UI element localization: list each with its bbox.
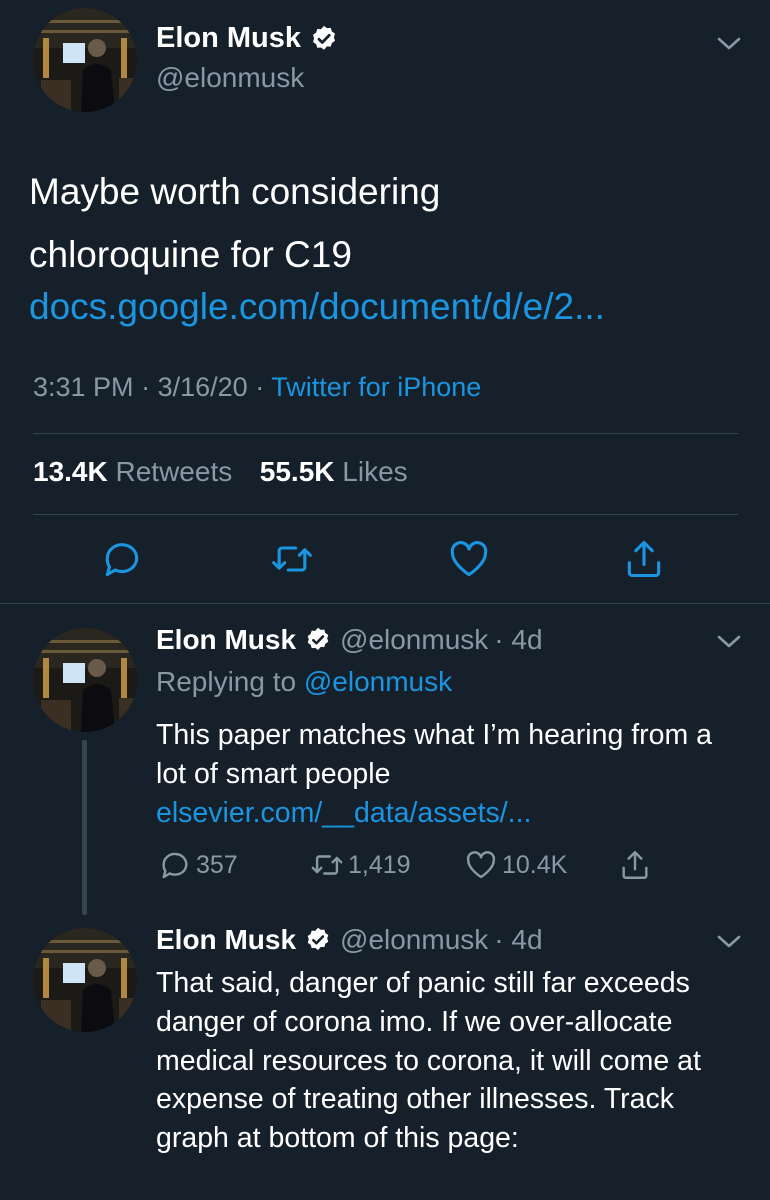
likes-stat[interactable]: 55.5K Likes bbox=[260, 456, 408, 487]
reply-header: Elon Musk @elonmusk · 4d bbox=[156, 624, 543, 656]
likes-count: 55.5K bbox=[259, 456, 335, 487]
verified-badge-icon bbox=[307, 927, 329, 951]
meta-separator: · bbox=[255, 372, 265, 402]
retweet-icon bbox=[311, 855, 343, 875]
heart-icon bbox=[466, 851, 496, 879]
author-handle[interactable]: @elonmusk bbox=[340, 624, 488, 656]
divider bbox=[33, 514, 738, 515]
reply-header: Elon Musk @elonmusk · 4d bbox=[156, 924, 543, 956]
tweet-time: 3:31 PM bbox=[33, 372, 134, 402]
retweet-button[interactable]: 1,419 bbox=[310, 848, 411, 882]
tweet-age: · 4d bbox=[494, 624, 543, 655]
tweet-thread-page: Elon Musk @elonmusk Maybe worth consider… bbox=[0, 0, 770, 1200]
replying-to-handle[interactable]: @elonmusk bbox=[304, 666, 452, 697]
divider bbox=[33, 433, 738, 434]
engagement-counts: 13.4K Retweets 55.5K Likes bbox=[33, 456, 408, 488]
replying-to: Replying to @elonmusk bbox=[156, 666, 452, 698]
reply-text: This paper matches what I’m hearing from… bbox=[156, 716, 746, 832]
verified-badge-icon bbox=[313, 25, 336, 50]
tweet-age: · 4d bbox=[494, 924, 543, 955]
retweets-count: 13.4K bbox=[33, 456, 108, 487]
reply-count: 357 bbox=[196, 850, 238, 879]
reply-icon[interactable] bbox=[100, 537, 144, 581]
tweet-text: Maybe worth considering chloroquine for … bbox=[29, 160, 749, 286]
chevron-down-icon[interactable] bbox=[716, 36, 742, 52]
retweet-icon[interactable] bbox=[270, 537, 314, 581]
heart-icon[interactable] bbox=[447, 537, 491, 581]
like-count: 10.4K bbox=[502, 850, 568, 879]
thread-connector-line bbox=[82, 740, 87, 915]
divider bbox=[0, 603, 770, 604]
replying-label: Replying to bbox=[156, 666, 297, 697]
chevron-down-icon[interactable] bbox=[716, 934, 742, 950]
author-name[interactable]: Elon Musk bbox=[156, 22, 301, 55]
retweets-label: Retweets bbox=[115, 456, 233, 487]
avatar[interactable] bbox=[33, 628, 137, 732]
reply-text: That said, danger of panic still far exc… bbox=[156, 967, 701, 1155]
author-handle[interactable]: @elonmusk bbox=[340, 924, 488, 956]
chevron-down-icon[interactable] bbox=[716, 634, 742, 650]
author-handle[interactable]: @elonmusk bbox=[156, 62, 304, 94]
tweet-text-line: Maybe worth considering bbox=[29, 171, 441, 212]
retweet-count: 1,419 bbox=[348, 850, 411, 879]
likes-label: Likes bbox=[342, 456, 408, 487]
author-name[interactable]: Elon Musk bbox=[156, 624, 296, 656]
tweet-metadata: 3:31 PM · 3/16/20 · Twitter for iPhone bbox=[33, 372, 481, 403]
reply-button[interactable]: 357 bbox=[158, 848, 238, 882]
reply-text-body: This paper matches what I’m hearing from… bbox=[156, 719, 712, 790]
reply-icon bbox=[162, 852, 188, 879]
avatar[interactable] bbox=[33, 928, 137, 1032]
reply-link[interactable]: elsevier.com/__data/assets/... bbox=[156, 797, 531, 829]
tweet-text-line: chloroquine for C19 bbox=[29, 234, 352, 275]
tweet-link[interactable]: docs.google.com/document/d/e/2... bbox=[29, 286, 759, 328]
retweets-stat[interactable]: 13.4K Retweets bbox=[33, 456, 240, 487]
verified-badge-icon bbox=[307, 627, 329, 651]
like-button[interactable]: 10.4K bbox=[464, 848, 567, 882]
share-icon[interactable] bbox=[622, 537, 666, 581]
avatar[interactable] bbox=[33, 8, 137, 112]
tweet-date: 3/16/20 bbox=[157, 372, 248, 402]
author-name-row[interactable]: Elon Musk bbox=[156, 22, 339, 55]
author-name[interactable]: Elon Musk bbox=[156, 924, 296, 956]
meta-separator: · bbox=[141, 372, 151, 402]
tweet-source-link[interactable]: Twitter for iPhone bbox=[271, 372, 481, 402]
share-button[interactable] bbox=[618, 848, 656, 882]
share-icon bbox=[622, 851, 648, 879]
